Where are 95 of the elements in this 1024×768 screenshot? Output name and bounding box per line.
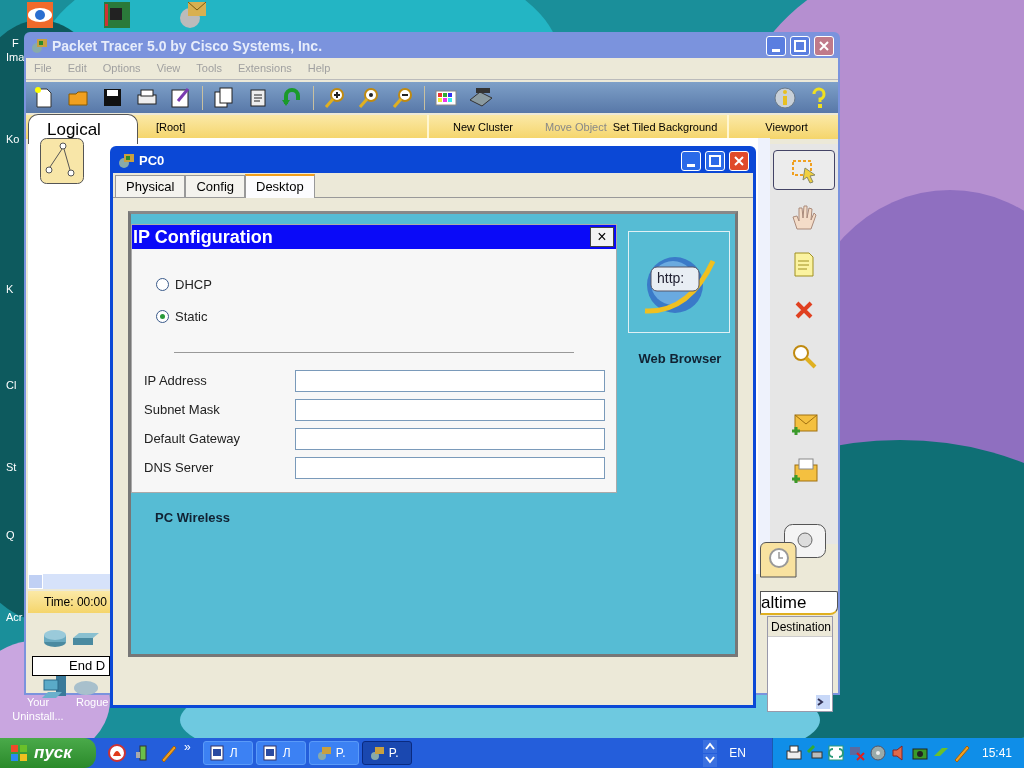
field-label: IP Address (144, 372, 208, 391)
device-type-label: End D (32, 656, 110, 676)
maximize-button[interactable] (790, 36, 810, 56)
input-field[interactable] (295, 428, 605, 450)
icon-label[interactable]: F (12, 38, 19, 49)
icon-label[interactable]: Ima (6, 52, 25, 63)
sync-icon[interactable] (826, 744, 845, 762)
minimize-icon (772, 49, 780, 52)
app-icon (117, 153, 135, 169)
info-icon (773, 85, 797, 110)
icon-label[interactable]: K (6, 284, 14, 295)
cloud-icon[interactable] (73, 680, 99, 696)
icon-text: http: (657, 270, 685, 286)
close-icon (734, 156, 744, 166)
toolbar-button[interactable]: Viewport (729, 115, 808, 139)
zoom-reset-icon (357, 85, 381, 110)
taskbar-button[interactable]: P. (361, 741, 412, 765)
maximize-icon (794, 40, 806, 52)
network-icon[interactable] (805, 744, 824, 762)
app-label[interactable]: PC Wireless (155, 508, 231, 528)
zoom-out-icon (391, 85, 415, 110)
eye-icon[interactable] (25, 0, 55, 30)
document-icon (262, 745, 279, 761)
icon-label[interactable]: Ko (6, 134, 20, 145)
copy-icon (212, 85, 236, 110)
close-button[interactable] (814, 36, 834, 56)
printer-icon[interactable] (784, 744, 803, 762)
input-field[interactable] (295, 457, 605, 479)
field-label: Default Gateway (144, 430, 242, 449)
taskbar-button[interactable]: P. (308, 741, 359, 765)
app-label[interactable]: Web Browser (629, 349, 731, 369)
web-browser-button[interactable]: http: (628, 231, 730, 333)
scrollbar[interactable] (758, 138, 770, 574)
window-title: Packet Tracer 5.0 by Cisco Systems, Inc. (52, 36, 324, 56)
info-button[interactable] (772, 84, 798, 111)
minimize-button[interactable] (681, 151, 701, 171)
scroll-right-button[interactable] (816, 695, 830, 709)
more-button[interactable]: » (184, 741, 191, 753)
lightning-icon[interactable] (952, 744, 971, 762)
document-icon (209, 745, 226, 761)
circuit-board-icon[interactable] (102, 0, 132, 30)
pc-icon[interactable] (42, 676, 68, 700)
time-label: Time: 00:00 (28, 591, 112, 613)
scrollbar[interactable] (28, 574, 110, 589)
radio-button[interactable] (156, 278, 169, 292)
icon-label[interactable]: St (6, 462, 17, 473)
tab[interactable]: Desktop (245, 174, 315, 198)
switch-icon[interactable] (73, 632, 99, 646)
add-complex-pdu-icon (789, 455, 819, 485)
scroll-down-icon (705, 756, 716, 764)
icon-label[interactable]: Cl (6, 380, 17, 391)
icon-label[interactable]: Q (6, 530, 15, 541)
field-label: Subnet Mask (144, 401, 221, 420)
close-button[interactable]: × (590, 227, 614, 247)
close-icon (819, 41, 829, 51)
input-field[interactable] (295, 370, 605, 392)
windows-logo-icon (10, 744, 28, 762)
taskbar-button[interactable]: Л (202, 741, 253, 765)
close-button[interactable] (729, 151, 749, 171)
scroll-down-button[interactable] (703, 753, 718, 767)
disc-icon[interactable] (868, 744, 887, 762)
language-indicator[interactable]: EN (723, 744, 752, 762)
tab[interactable]: Config (185, 175, 245, 197)
scroll-up-icon (705, 742, 716, 750)
taskbar-button[interactable]: Л (255, 741, 306, 765)
dialog-title: IP Configuration (133, 225, 273, 249)
input-field[interactable] (295, 399, 605, 421)
radio-button[interactable] (156, 309, 169, 323)
field-label: DNS Server (144, 459, 215, 478)
minimize-icon (687, 164, 695, 167)
clock-icon (760, 542, 800, 578)
window-title: PC0 (139, 152, 166, 171)
app-icon (368, 745, 385, 761)
app-icon (30, 38, 48, 54)
tab[interactable]: Logical (28, 114, 138, 144)
path-label: [Root] (156, 119, 187, 135)
select-button[interactable] (773, 150, 835, 190)
radio-label[interactable]: Static (175, 306, 208, 326)
maximize-icon (709, 155, 721, 167)
maximize-button[interactable] (705, 151, 725, 171)
zoom-in-icon (323, 85, 347, 110)
scroll-up-button[interactable] (703, 739, 718, 753)
tab[interactable]: altime (760, 591, 838, 615)
router-icon[interactable] (43, 628, 67, 648)
chevron-icon (816, 698, 824, 706)
minimize-button[interactable] (766, 36, 786, 56)
start-button[interactable]: пуск (0, 738, 96, 768)
radio-label[interactable]: DHCP (175, 275, 212, 295)
lightning-icon[interactable] (160, 744, 178, 762)
clock: 15:41 (981, 745, 1012, 762)
icon-label[interactable]: Acr (6, 612, 23, 623)
column-header: Destination (768, 617, 832, 637)
hand-icon (789, 203, 819, 233)
tab[interactable]: Physical (115, 175, 186, 197)
app-icon (315, 745, 332, 761)
